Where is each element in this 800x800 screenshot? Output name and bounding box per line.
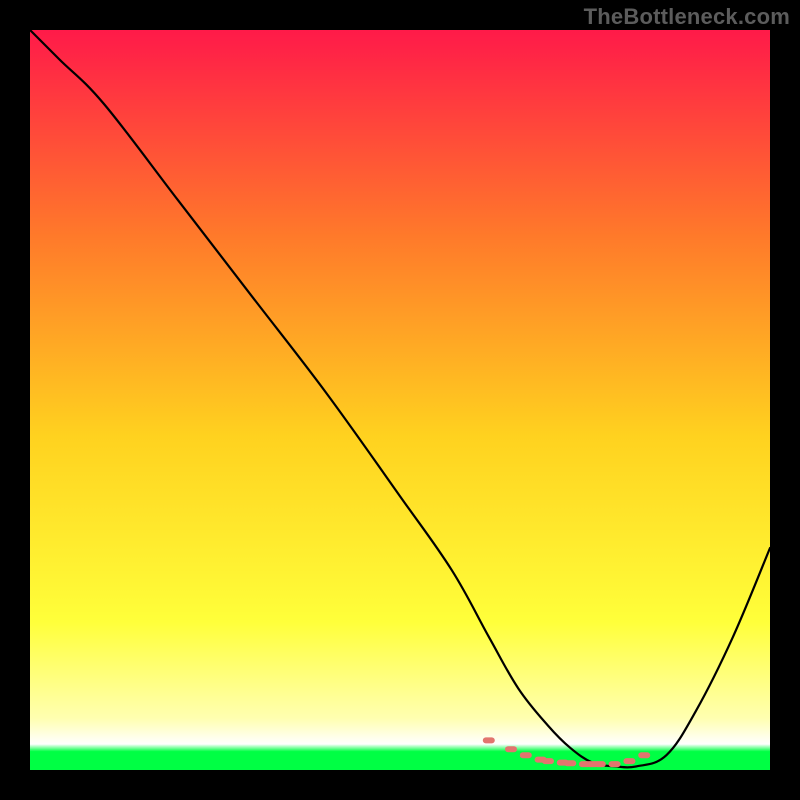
chart-container: TheBottleneck.com — [0, 0, 800, 800]
watermark-text: TheBottleneck.com — [584, 4, 790, 30]
gradient-background — [30, 30, 770, 770]
chart-svg — [30, 30, 770, 770]
plot-area — [30, 30, 770, 770]
